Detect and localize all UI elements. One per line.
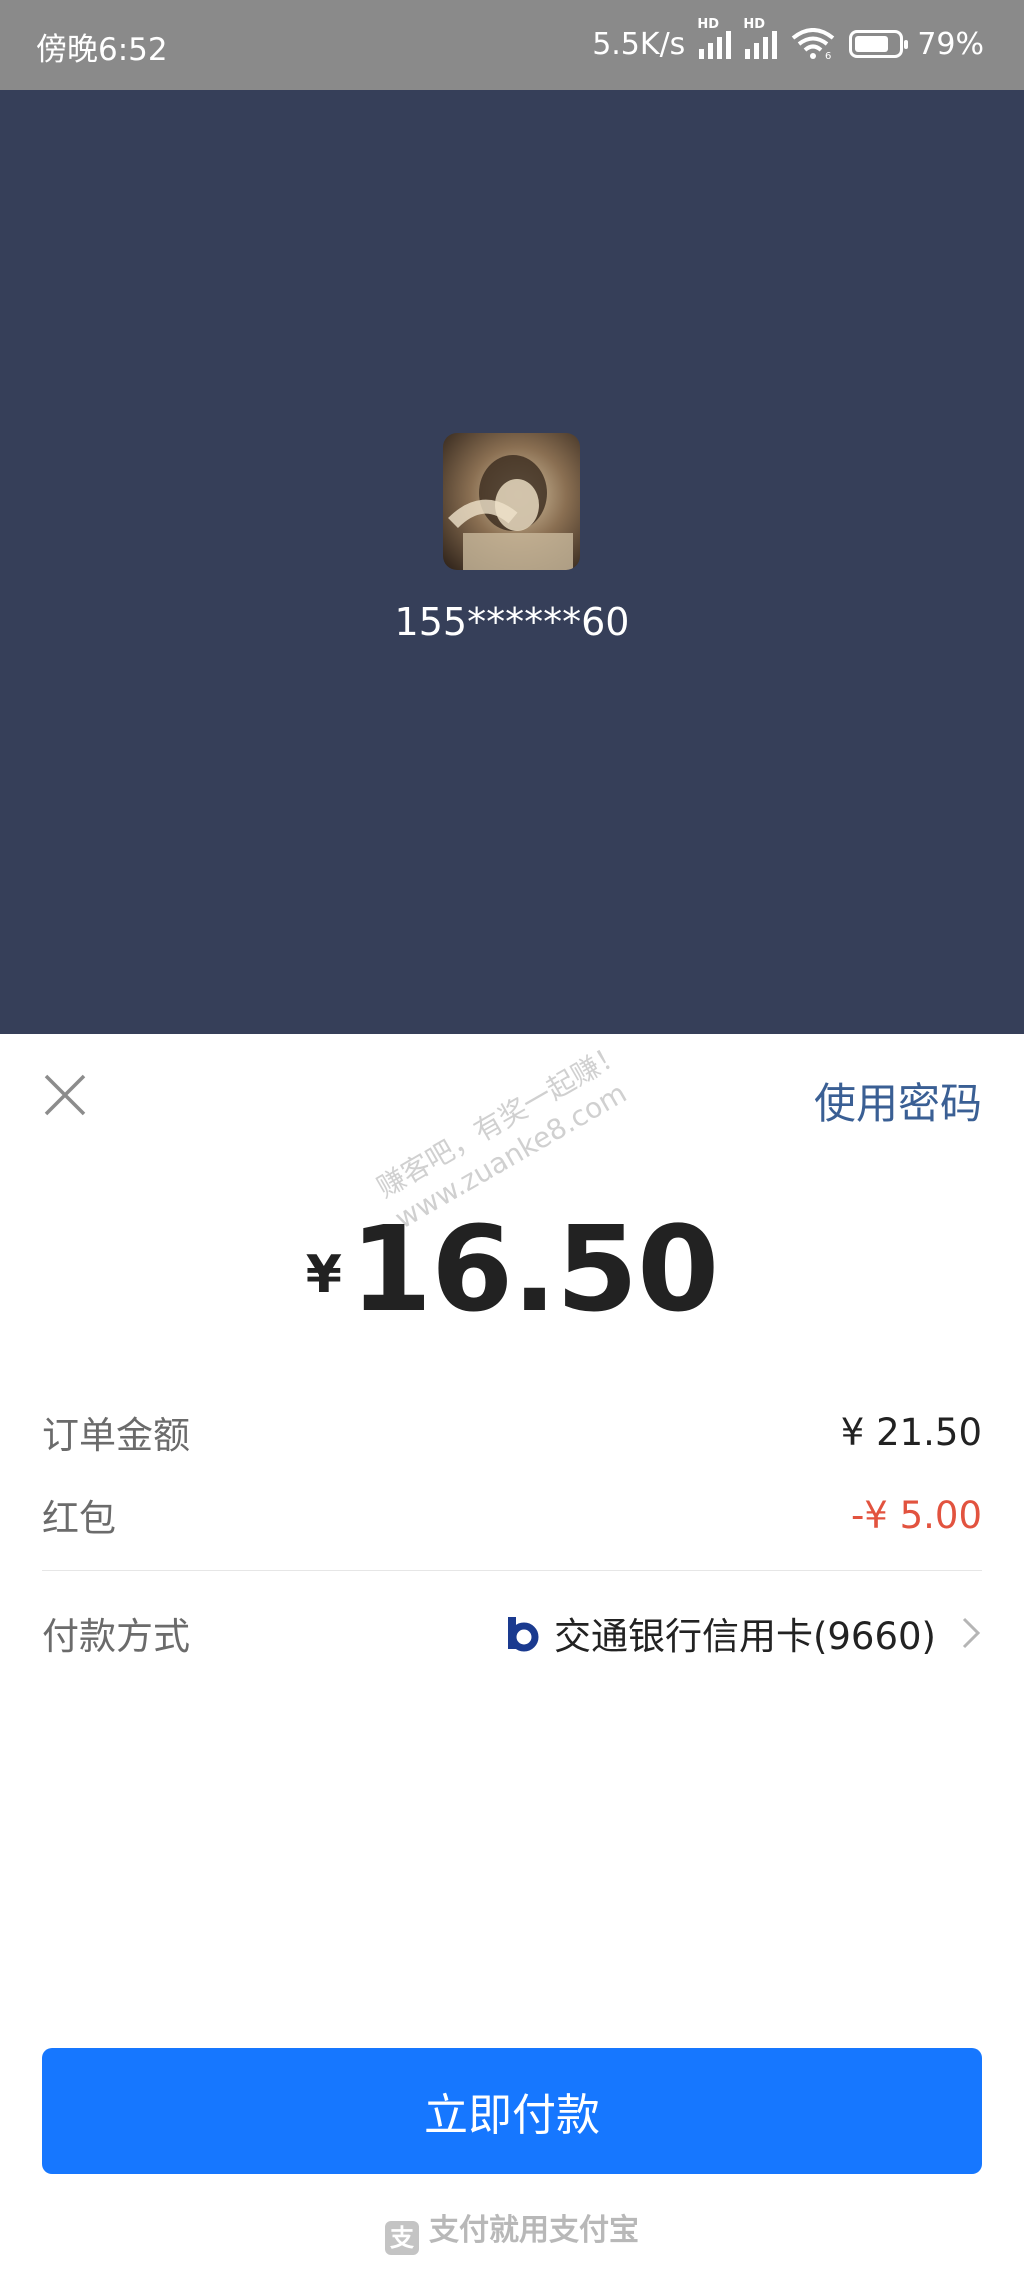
status-time: 傍晚6:52	[36, 32, 168, 68]
avatar-photo	[448, 455, 573, 570]
payment-amount: ¥16.50	[0, 1200, 1024, 1338]
order-amount-label: 订单金额	[42, 1414, 190, 1457]
merchant-account: 155******60	[394, 600, 630, 644]
payment-method-selector[interactable]: 交通银行信用卡(9660)	[500, 1606, 982, 1660]
red-packet-value: -¥ 5.00	[850, 1493, 982, 1537]
footer: 支支付就用支付宝	[0, 2205, 1024, 2255]
close-icon[interactable]	[40, 1070, 90, 1120]
status-icons: 5.5K/s HD HD 6 79%	[592, 17, 984, 64]
signal-icon-sim2: HD	[743, 17, 778, 59]
payment-method-row[interactable]: 付款方式 交通银行信用卡(9660)	[42, 1603, 982, 1663]
wifi-tag: 6	[825, 51, 831, 60]
merchant-header: 155******60	[0, 90, 1024, 1034]
hd-tag: HD	[697, 17, 719, 32]
red-packet-row: 红包 -¥ 5.00	[42, 1485, 982, 1545]
amount-value: 16.50	[349, 1200, 719, 1338]
battery-percent: 79%	[917, 26, 984, 62]
signal-icon-sim1: HD	[697, 17, 732, 59]
red-packet-label: 红包	[42, 1497, 116, 1540]
payment-method-value: 交通银行信用卡(9660)	[553, 1615, 936, 1658]
bank-of-communications-icon	[507, 1617, 539, 1652]
divider	[42, 1570, 982, 1571]
status-bar: 傍晚6:52 5.5K/s HD HD 6 79%	[0, 0, 1024, 90]
order-amount-row: 订单金额 ¥ 21.50	[42, 1402, 982, 1462]
wifi-icon: 6	[792, 28, 835, 60]
currency-symbol: ¥	[305, 1245, 342, 1305]
hd-tag: HD	[743, 17, 765, 32]
chevron-right-icon	[962, 1617, 981, 1649]
order-amount-value: ¥ 21.50	[840, 1410, 982, 1454]
avatar	[443, 433, 580, 570]
battery-fill	[855, 36, 889, 52]
footer-text: 支付就用支付宝	[429, 2213, 639, 2248]
pay-now-button[interactable]: 立即付款	[42, 2048, 982, 2174]
payment-method-label: 付款方式	[42, 1615, 190, 1658]
battery-icon	[849, 30, 909, 58]
use-password-link[interactable]: 使用密码	[814, 1070, 982, 1131]
network-speed: 5.5K/s	[592, 26, 686, 62]
alipay-icon: 支	[385, 2221, 419, 2255]
